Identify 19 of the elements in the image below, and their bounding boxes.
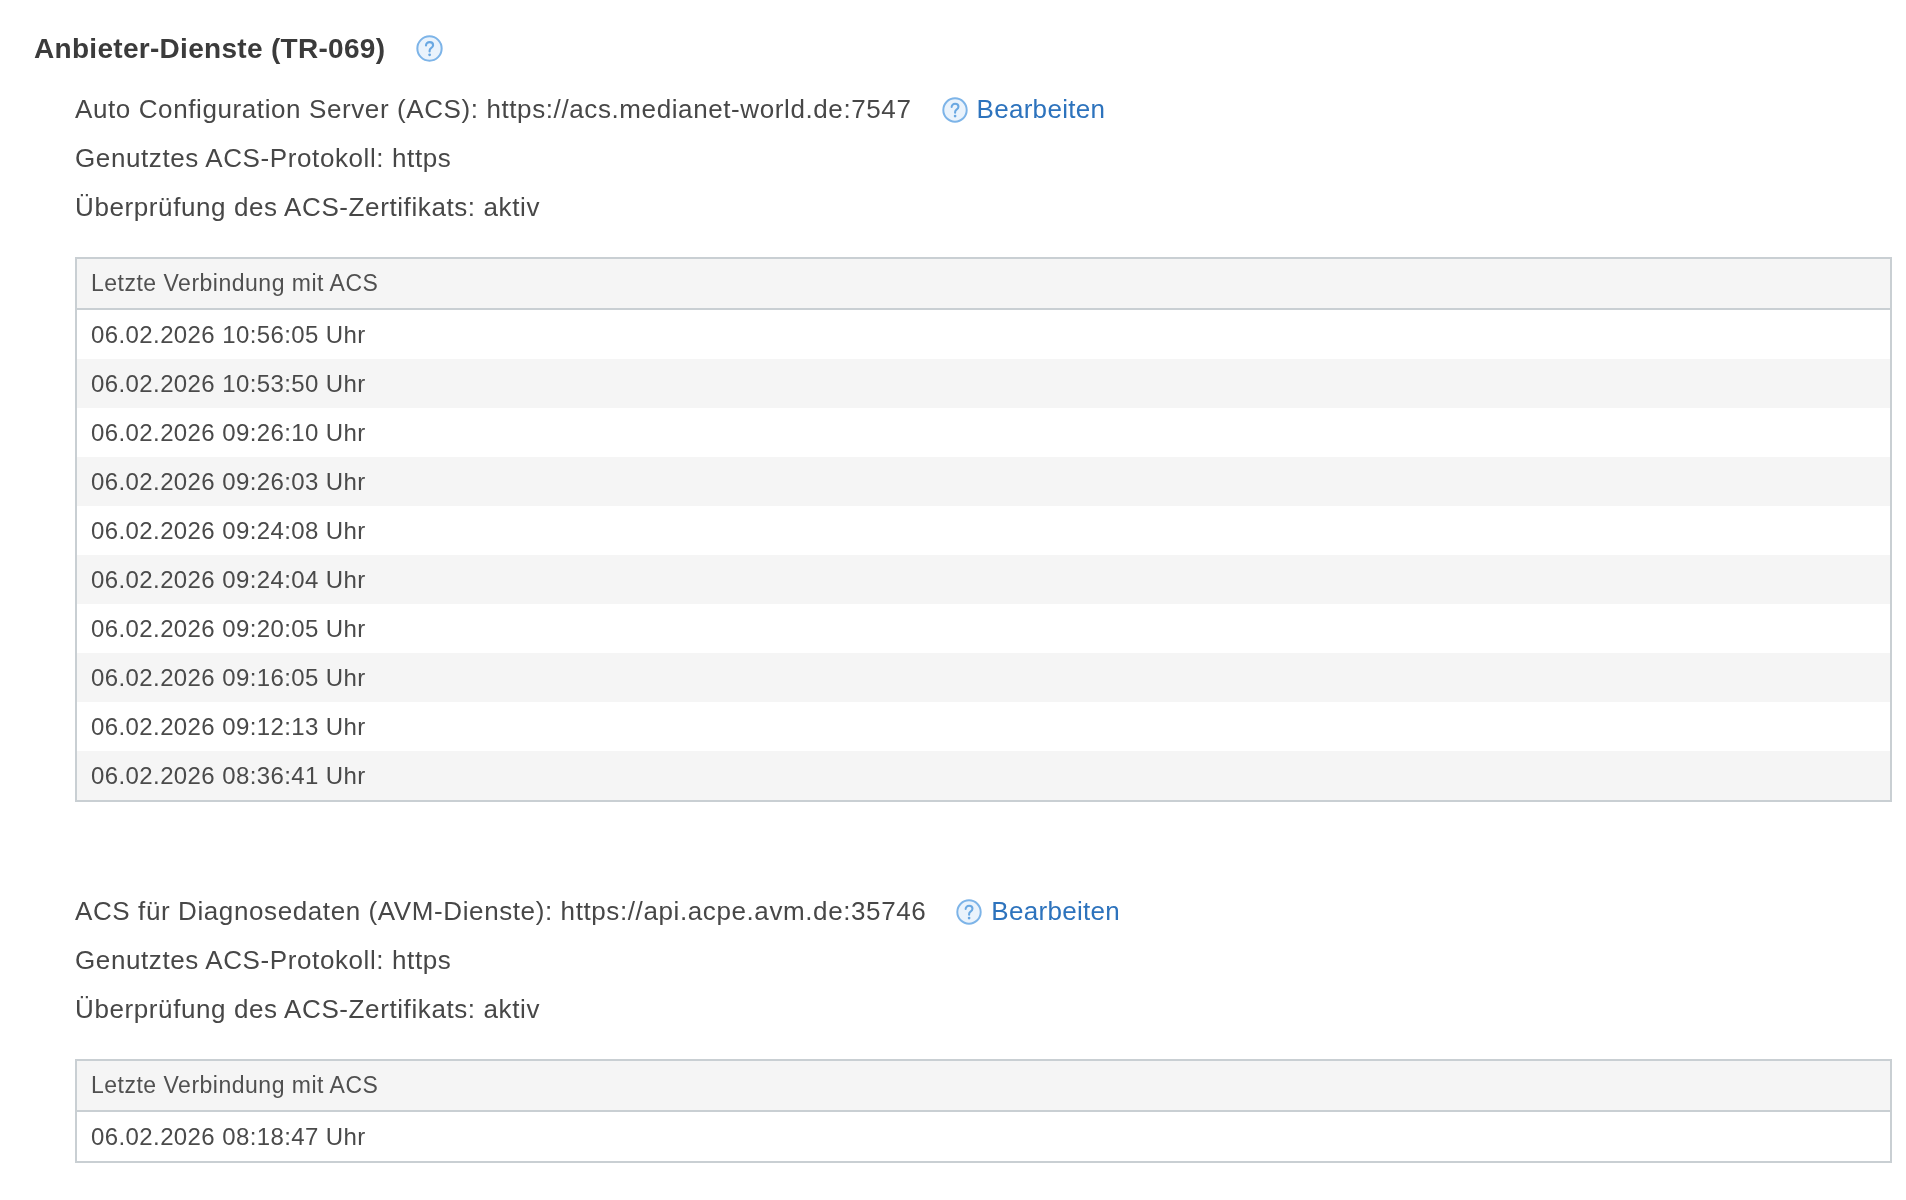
edit-link[interactable]: Bearbeiten <box>991 892 1121 931</box>
help-icon[interactable] <box>956 898 983 925</box>
column-header: Letzte Verbindung mit ACS <box>90 1071 380 1101</box>
column-header: Letzte Verbindung mit ACS <box>90 269 380 299</box>
table-cell: 06.02.2026 09:26:03 Uhr <box>77 457 1890 506</box>
server-address-text: ACS für Diagnosedaten (AVM-Dienste): https://api.acpe.avm.de:35746 <box>75 895 927 928</box>
table-cell: 06.02.2026 09:16:05 Uhr <box>77 653 1890 702</box>
edit-link[interactable]: Bearbeiten <box>976 90 1106 129</box>
section-title: Anbieter-Dienste (TR-069) <box>34 32 386 65</box>
info-text: Genutztes ACS-Protokoll: https <box>75 944 452 977</box>
info-text: Überprüfung des ACS-Zertifikats: aktiv <box>75 993 540 1026</box>
table-cell: 06.02.2026 10:53:50 Uhr <box>77 359 1890 408</box>
server-address-text: Auto Configuration Server (ACS): https://acs.medianet-world.de:7547 <box>75 93 912 126</box>
help-icon[interactable] <box>941 96 968 123</box>
help-icon[interactable] <box>416 35 444 62</box>
table-cell: 06.02.2026 08:36:41 Uhr <box>77 751 1890 800</box>
info-text: Genutztes ACS-Protokoll: https <box>75 142 452 175</box>
info-text: Überprüfung des ACS-Zertifikats: aktiv <box>75 191 540 224</box>
table-cell: 06.02.2026 09:24:04 Uhr <box>77 555 1890 604</box>
